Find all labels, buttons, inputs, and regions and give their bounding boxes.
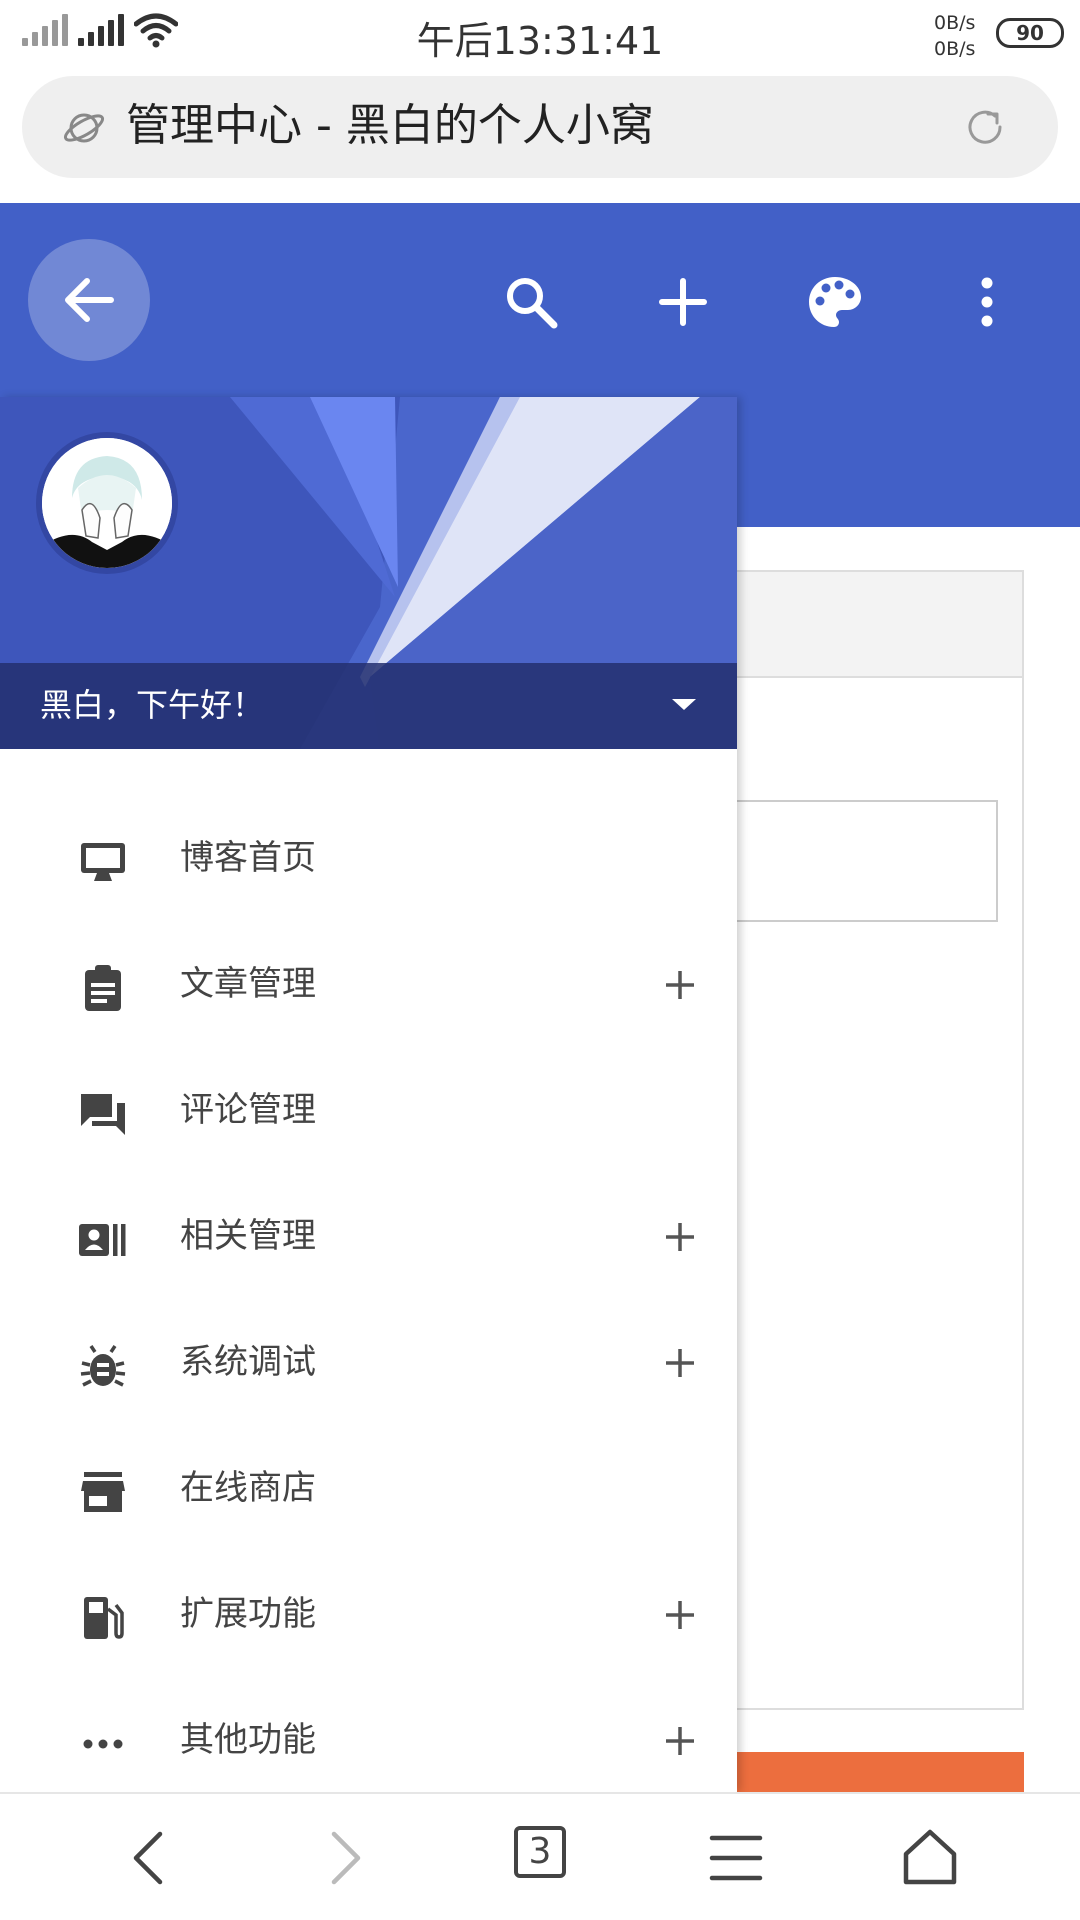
desktop-icon xyxy=(81,843,125,881)
network-speed: 0B/s 0B/s xyxy=(934,12,976,60)
status-bar: 午后13:31:41 0B/s 0B/s 90 xyxy=(0,0,1080,70)
expand-plus-icon[interactable] xyxy=(664,1599,696,1631)
menu-item-system-debug[interactable]: 系统调试 xyxy=(0,1299,737,1425)
menu-item-article-management[interactable]: 文章管理 xyxy=(0,921,737,1047)
app-bar xyxy=(0,203,1080,397)
status-clock: 午后13:31:41 xyxy=(416,19,664,63)
menu-label: 扩展功能 xyxy=(180,1594,316,1634)
menu-item-online-store[interactable]: 在线商店 xyxy=(0,1425,737,1551)
browser-forward-icon[interactable] xyxy=(314,1828,374,1888)
menu-item-other-functions[interactable]: 其他功能 xyxy=(0,1677,737,1792)
expand-plus-icon[interactable] xyxy=(664,1347,696,1379)
home-icon[interactable] xyxy=(900,1828,960,1888)
menu-label: 在线商店 xyxy=(180,1468,316,1508)
screen: 午后13:31:41 0B/s 0B/s 90 管理中心 - 黑白的个人小窝 黑… xyxy=(0,0,1080,1920)
expand-plus-icon[interactable] xyxy=(664,1725,696,1757)
avatar[interactable] xyxy=(36,432,178,574)
more-vert-icon[interactable] xyxy=(958,273,1016,331)
page-title: 管理中心 - 黑白的个人小窝 xyxy=(126,100,654,151)
forum-icon xyxy=(81,1094,125,1135)
menu-item-comment-management[interactable]: 评论管理 xyxy=(0,1047,737,1173)
expand-plus-icon[interactable] xyxy=(664,1221,696,1253)
menu-label: 评论管理 xyxy=(180,1090,316,1130)
more-horiz-icon xyxy=(83,1739,123,1749)
drawer-header: 黑白，下午好！ xyxy=(0,397,737,749)
contacts-card-icon xyxy=(79,1224,126,1256)
menu-icon[interactable] xyxy=(706,1828,766,1888)
palette-icon[interactable] xyxy=(806,273,864,331)
browser-bottom-bar: 3 xyxy=(0,1792,1080,1920)
address-bar[interactable]: 管理中心 - 黑白的个人小窝 xyxy=(22,76,1058,178)
menu-label: 相关管理 xyxy=(180,1216,316,1256)
expand-plus-icon[interactable] xyxy=(664,969,696,1001)
battery-indicator: 90 xyxy=(996,18,1064,48)
planet-icon xyxy=(63,113,105,143)
menu-item-extensions[interactable]: 扩展功能 xyxy=(0,1551,737,1677)
menu-label: 文章管理 xyxy=(180,964,316,1004)
menu-label: 博客首页 xyxy=(180,838,316,878)
fuel-icon xyxy=(84,1597,124,1639)
back-button[interactable] xyxy=(28,239,150,361)
reload-icon[interactable] xyxy=(964,106,1006,148)
back-arrow-icon xyxy=(65,278,114,322)
tabs-button[interactable]: 3 xyxy=(514,1826,566,1878)
caret-down-icon[interactable] xyxy=(672,699,696,710)
menu-label: 系统调试 xyxy=(180,1342,316,1382)
menu-item-related-management[interactable]: 相关管理 xyxy=(0,1173,737,1299)
store-icon xyxy=(81,1472,125,1512)
bug-icon xyxy=(80,1345,126,1387)
search-icon[interactable] xyxy=(502,273,560,331)
account-switcher[interactable]: 黑白，下午好！ xyxy=(0,663,737,749)
avatar-image xyxy=(42,438,172,568)
navigation-drawer: 黑白，下午好！ 博客首页 文章管理 评论管理 相关管理 系统调试 在线商店 扩展… xyxy=(0,397,737,1792)
menu-item-blog-home[interactable]: 博客首页 xyxy=(0,795,737,921)
clipboard-icon xyxy=(85,965,121,1011)
browser-back-icon[interactable] xyxy=(120,1828,180,1888)
add-icon[interactable] xyxy=(654,273,712,331)
menu-label: 其他功能 xyxy=(180,1720,316,1760)
greeting-text: 黑白，下午好！ xyxy=(40,686,265,724)
